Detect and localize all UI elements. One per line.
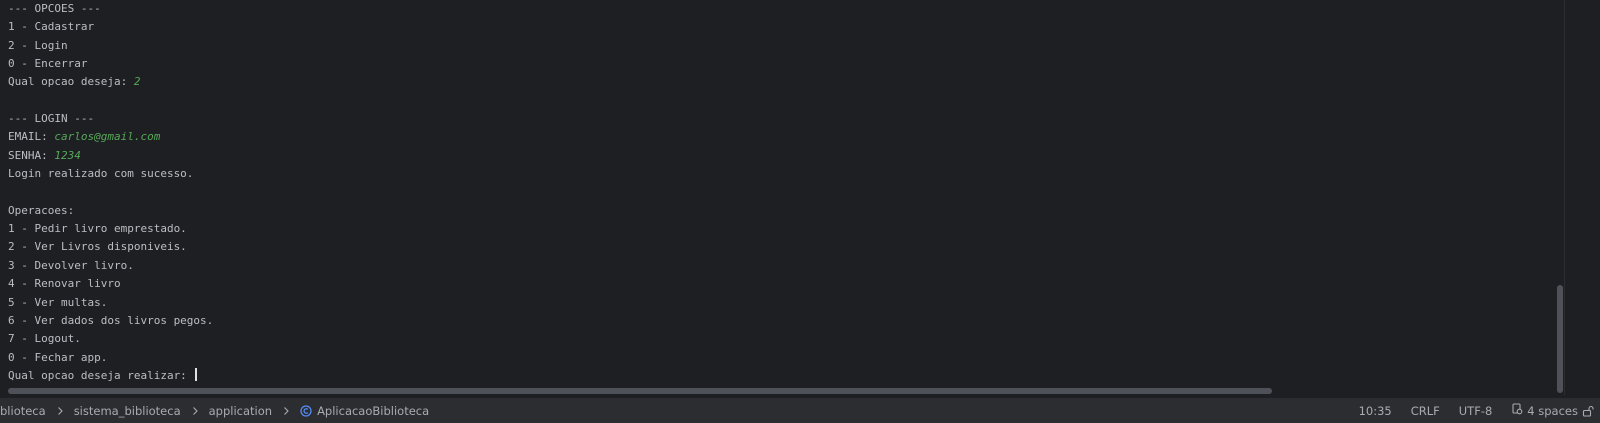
console-user-input: 1234 bbox=[54, 148, 81, 162]
line-separator-widget[interactable]: CRLF bbox=[1411, 404, 1440, 418]
text-caret bbox=[195, 367, 197, 381]
console-line-text: 1 - Cadastrar bbox=[8, 20, 95, 34]
indent-label: 4 spaces bbox=[1527, 403, 1578, 418]
breadcrumb-item[interactable]: AplicacaoBiblioteca bbox=[300, 404, 429, 418]
console-line-text: 3 - Devolver livro. bbox=[8, 258, 134, 272]
console-line: 0 - Encerrar bbox=[8, 55, 213, 73]
console-line: 1 - Cadastrar bbox=[8, 18, 213, 36]
breadcrumb-item[interactable]: application bbox=[209, 404, 272, 418]
status-widgets: 10:35 CRLF UTF-8 4 spaces bbox=[1340, 398, 1594, 423]
console-line: EMAIL: carlos@gmail.com bbox=[8, 128, 213, 146]
chevron-right-icon bbox=[55, 406, 65, 416]
indent-widget[interactable]: 4 spaces bbox=[1511, 403, 1578, 418]
console-line: --- OPCOES --- bbox=[8, 0, 213, 18]
breadcrumb-label: application bbox=[208, 403, 273, 418]
console-line-text: Operacoes: bbox=[8, 203, 75, 217]
indent-settings-icon bbox=[1511, 403, 1523, 418]
unlock-icon[interactable] bbox=[1582, 405, 1594, 417]
java-class-icon bbox=[300, 404, 312, 417]
breadcrumb-label: AplicacaoBiblioteca bbox=[317, 403, 430, 418]
console-line-text: --- LOGIN --- bbox=[8, 112, 95, 126]
console-line: Qual opcao deseja realizar: bbox=[8, 367, 213, 385]
console-line: 2 - Ver Livros disponiveis. bbox=[8, 238, 213, 256]
console-line-text: 0 - Fechar app. bbox=[8, 350, 108, 364]
breadcrumb-item[interactable]: sistema_biblioteca bbox=[74, 404, 181, 418]
console-line-text: EMAIL: bbox=[8, 130, 55, 144]
console-user-input: 2 bbox=[133, 75, 141, 89]
console-line-text: 2 - Login bbox=[8, 38, 68, 52]
console-line-text: Qual opcao deseja: bbox=[8, 75, 134, 89]
console-line-text: 4 - Renovar livro bbox=[8, 277, 121, 291]
console-line: --- LOGIN --- bbox=[8, 110, 213, 128]
encoding-widget[interactable]: UTF-8 bbox=[1459, 404, 1493, 418]
run-console[interactable]: --- OPCOES --- 1 - Cadastrar 2 - Login 0 - … bbox=[0, 0, 1564, 395]
console-line-text: 0 - Encerrar bbox=[8, 57, 88, 71]
horizontal-scrollbar[interactable] bbox=[8, 388, 1272, 394]
console-line: 6 - Ver dados dos livros pegos. bbox=[8, 312, 213, 330]
console-line-text: Qual opcao deseja realizar: bbox=[8, 368, 194, 382]
console-line: 1 - Pedir livro emprestado. bbox=[8, 220, 213, 238]
breadcrumb-label: blioteca bbox=[0, 403, 46, 418]
console-line-text: Login realizado com sucesso. bbox=[8, 167, 194, 181]
chevron-right-icon bbox=[190, 406, 200, 416]
breadcrumb: blioteca sistema_biblioteca application Apl… bbox=[0, 398, 429, 423]
console-line: SENHA: 1234 bbox=[8, 147, 213, 165]
console-line-text: 5 - Ver multas. bbox=[8, 295, 108, 309]
chevron-right-icon bbox=[281, 406, 291, 416]
console-line: 2 - Login bbox=[8, 37, 213, 55]
console-line: 5 - Ver multas. bbox=[8, 294, 213, 312]
breadcrumb-item[interactable]: blioteca bbox=[0, 404, 46, 418]
breadcrumb-label: sistema_biblioteca bbox=[73, 403, 181, 418]
console-output: --- OPCOES --- 1 - Cadastrar 2 - Login 0 - … bbox=[8, 0, 213, 385]
console-line: Qual opcao deseja: 2 bbox=[8, 73, 213, 91]
console-line: 4 - Renovar livro bbox=[8, 275, 213, 293]
console-line-text: SENHA: bbox=[8, 148, 55, 162]
console-line: 3 - Devolver livro. bbox=[8, 257, 213, 275]
console-line-text: 7 - Logout. bbox=[8, 332, 81, 346]
console-line-text: 1 - Pedir livro emprestado. bbox=[8, 222, 187, 236]
tool-window-right-gutter bbox=[1564, 0, 1600, 395]
console-line: 7 - Logout. bbox=[8, 330, 213, 348]
console-line: Login realizado com sucesso. bbox=[8, 165, 213, 183]
console-line-text: 6 - Ver dados dos livros pegos. bbox=[8, 313, 214, 327]
console-line: Operacoes: bbox=[8, 202, 213, 220]
console-line-text: --- OPCOES --- bbox=[8, 2, 101, 15]
caret-position-widget[interactable]: 10:35 bbox=[1359, 404, 1392, 418]
console-line: 0 - Fechar app. bbox=[8, 349, 213, 367]
vertical-scrollbar[interactable] bbox=[1557, 285, 1563, 393]
console-line-text: 2 - Ver Livros disponiveis. bbox=[8, 240, 187, 254]
console-user-input: carlos@gmail.com bbox=[54, 130, 161, 144]
status-bar: blioteca sistema_biblioteca application Apl… bbox=[0, 397, 1600, 423]
